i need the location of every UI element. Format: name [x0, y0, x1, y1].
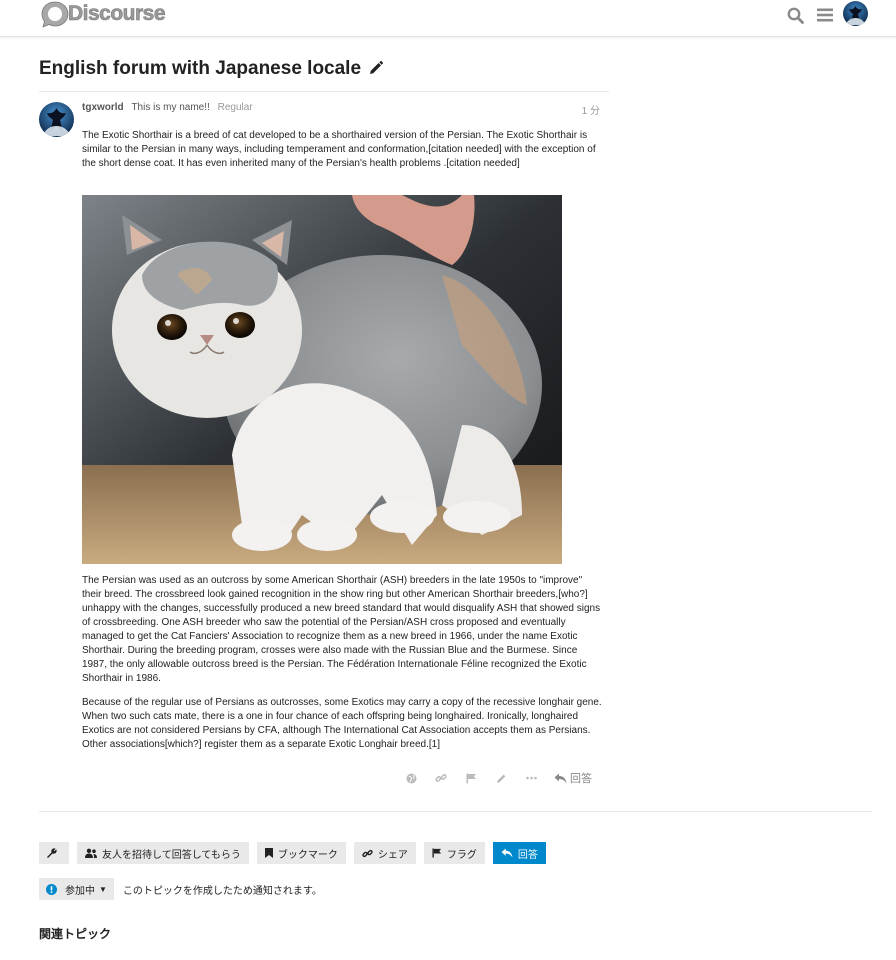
- search-icon[interactable]: [784, 4, 806, 26]
- post-paragraph: The Exotic Shorthair is a breed of cat d…: [82, 130, 596, 169]
- info-circle-icon: [46, 883, 57, 895]
- topic-footer-buttons: 友人を招待して回答してもらう ブックマーク シェア フラグ 回答: [39, 842, 554, 864]
- flag-label: フラグ: [446, 849, 477, 861]
- notification-level-label: 参加中: [65, 885, 95, 897]
- notification-controls: 参加中 ▼ このトピックを作成したため通知されます。: [39, 878, 322, 900]
- discourse-logo-icon: [41, 1, 69, 28]
- post-author-avatar[interactable]: [39, 102, 74, 137]
- post-user-title: Regular: [217, 102, 253, 113]
- globe-icon[interactable]: [396, 768, 426, 788]
- post-timestamp[interactable]: 1 分: [582, 102, 600, 117]
- more-options-icon[interactable]: [516, 768, 546, 788]
- bookmark-label: ブックマーク: [277, 849, 338, 861]
- post-paragraph: The Persian was used as an outcross by s…: [82, 575, 601, 684]
- wrench-icon: [47, 847, 57, 858]
- hamburger-menu-icon[interactable]: [814, 4, 836, 26]
- post-reply-label: 回答: [570, 773, 592, 785]
- post-divider: [39, 811, 872, 812]
- flag-icon[interactable]: [456, 768, 486, 788]
- post-reply-button[interactable]: 回答: [554, 770, 592, 786]
- bookmark-icon: [264, 848, 273, 858]
- site-header: Discourse: [0, 0, 896, 37]
- invite-reply-button[interactable]: 友人を招待して回答してもらう: [77, 842, 249, 864]
- link-icon[interactable]: [426, 768, 456, 788]
- link-icon: [362, 849, 373, 857]
- topic-title-area: English forum with Japanese locale: [39, 58, 609, 92]
- flag-button[interactable]: フラグ: [423, 842, 485, 864]
- post-full-name: This is my name!!: [131, 102, 210, 113]
- post-controls: 回答: [396, 768, 592, 788]
- post-username[interactable]: tgxworld: [82, 102, 124, 113]
- notification-reason: このトピックを作成したため通知されます。: [122, 885, 322, 897]
- share-label: シェア: [377, 849, 408, 861]
- reply-label: 回答: [517, 849, 538, 861]
- user-avatar[interactable]: [843, 1, 868, 26]
- post-meta: tgxworld This is my name!! Regular 1 分: [82, 102, 600, 117]
- invite-reply-label: 友人を招待して回答してもらう: [102, 849, 241, 861]
- admin-wrench-button[interactable]: [39, 842, 69, 864]
- reply-icon: [501, 848, 513, 858]
- topic-title[interactable]: English forum with Japanese locale: [39, 58, 361, 80]
- flag-icon: [432, 848, 441, 858]
- site-logo[interactable]: Discourse: [40, 0, 166, 28]
- cat-photo[interactable]: [82, 195, 562, 564]
- edit-pencil-icon[interactable]: [369, 61, 384, 75]
- bookmark-button[interactable]: ブックマーク: [256, 842, 346, 864]
- share-button[interactable]: シェア: [353, 842, 416, 864]
- users-icon: [85, 848, 97, 858]
- notification-level-dropdown[interactable]: 参加中 ▼: [39, 878, 114, 900]
- edit-icon[interactable]: [486, 768, 516, 788]
- caret-down-icon: ▼: [99, 884, 107, 894]
- reply-icon: [554, 773, 567, 783]
- reply-button[interactable]: 回答: [492, 842, 546, 864]
- post-paragraph: Because of the regular use of Persians a…: [82, 697, 602, 750]
- logo-text: Discourse: [68, 2, 166, 26]
- related-topics-heading: 関連トピック: [39, 927, 112, 941]
